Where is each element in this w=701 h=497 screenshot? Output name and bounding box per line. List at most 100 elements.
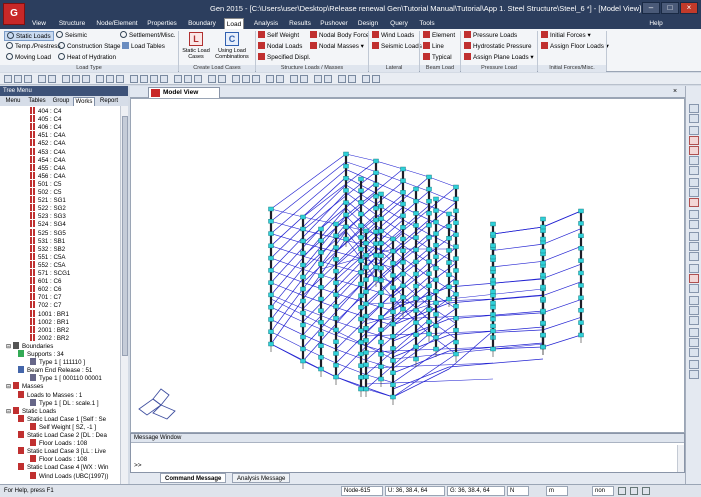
assign-plane-loads-button[interactable]: Assign Plane Loads ▾ — [464, 53, 534, 63]
activate-all-icon[interactable] — [252, 75, 260, 83]
shade-icon[interactable] — [689, 284, 699, 293]
side-view-icon[interactable] — [160, 75, 168, 83]
tree-item[interactable]: Wind Loads (UBC(1997)) — [30, 471, 108, 481]
tab-boundary[interactable]: Boundary — [185, 18, 219, 29]
tree-scroll-thumb[interactable] — [122, 116, 128, 356]
collapse-icon[interactable]: ⊟ — [6, 409, 11, 415]
open-icon[interactable] — [14, 75, 22, 83]
temp-prestress-button[interactable]: Temp./Prestress — [6, 42, 61, 52]
grid-icon[interactable] — [266, 75, 274, 83]
snap-icon[interactable] — [689, 348, 699, 357]
static-loads-button[interactable]: Static Loads — [4, 31, 54, 41]
measure-icon[interactable] — [314, 75, 322, 83]
select-icon[interactable] — [689, 178, 699, 187]
table-icon[interactable] — [362, 75, 370, 83]
tab-structure[interactable]: Structure — [56, 18, 88, 29]
chart-icon[interactable] — [372, 75, 380, 83]
print-icon[interactable] — [689, 338, 699, 347]
pan-icon[interactable] — [116, 75, 124, 83]
front-icon[interactable] — [689, 210, 699, 219]
zoom-out-icon[interactable] — [689, 146, 699, 155]
view-mode-select[interactable]: non — [592, 486, 614, 496]
zoom-window-icon[interactable] — [106, 75, 114, 83]
typical-beam-load-button[interactable]: Typical — [423, 53, 452, 63]
status-option-icon[interactable] — [642, 487, 650, 495]
nodal-masses-button[interactable]: Nodal Masses ▾ — [310, 42, 364, 52]
tree-tab-group[interactable]: Group — [50, 97, 72, 106]
status-option-icon[interactable] — [618, 487, 626, 495]
hydrostatic-pressure-button[interactable]: Hydrostatic Pressure — [464, 42, 531, 52]
close-view-icon[interactable]: × — [670, 88, 680, 96]
measure-icon[interactable] — [689, 360, 699, 369]
zoom-fit-icon[interactable] — [689, 156, 699, 165]
tab-query[interactable]: Query — [387, 18, 411, 29]
query-icon[interactable] — [324, 75, 332, 83]
model-view-canvas[interactable] — [130, 98, 685, 433]
node-number-icon[interactable] — [208, 75, 216, 83]
initial-forces-button[interactable]: Initial Forces ▾ — [541, 31, 591, 41]
zoom-in-icon[interactable] — [689, 136, 699, 145]
moving-load-button[interactable]: Moving Load — [6, 53, 51, 63]
undo-icon[interactable] — [38, 75, 46, 83]
color-icon[interactable] — [689, 296, 699, 305]
bottom-icon[interactable] — [689, 252, 699, 261]
hidden-icon[interactable] — [174, 75, 182, 83]
maximize-icon[interactable]: □ — [661, 2, 679, 14]
save-icon[interactable] — [24, 75, 32, 83]
pressure-loads-button[interactable]: Pressure Loads — [464, 31, 517, 41]
light-icon[interactable] — [300, 75, 308, 83]
left-icon[interactable] — [689, 232, 699, 241]
right-icon[interactable] — [689, 242, 699, 251]
help-menu[interactable]: Help — [645, 18, 667, 29]
unselect-icon[interactable] — [689, 188, 699, 197]
line-beam-load-button[interactable]: Line — [423, 42, 444, 52]
minimize-icon[interactable]: – — [642, 2, 660, 14]
tab-view[interactable]: View — [28, 18, 50, 29]
command-prompt[interactable]: >> — [134, 462, 142, 469]
tree-tab-report[interactable]: Report — [96, 97, 122, 106]
wind-loads-button[interactable]: Wind Loads — [372, 31, 414, 41]
load-tables-button[interactable]: Load Tables — [122, 42, 165, 52]
view-iso-icon[interactable] — [689, 114, 699, 123]
heat-of-hydration-button[interactable]: Heat of Hydration — [58, 53, 116, 63]
window-select-icon[interactable] — [72, 75, 80, 83]
tab-analysis[interactable]: Analysis — [250, 18, 282, 29]
close-icon[interactable]: × — [680, 2, 698, 14]
construction-stage-button[interactable]: Construction Stage — [58, 42, 121, 52]
unit-force-select[interactable]: N — [507, 486, 529, 496]
self-weight-button[interactable]: Self Weight — [258, 31, 299, 41]
tree-tab-menu[interactable]: Menu — [2, 97, 24, 106]
load-combinations-button[interactable]: C Using Load Combinations — [212, 31, 252, 64]
tab-results[interactable]: Results — [286, 18, 314, 29]
nodal-loads-button[interactable]: Nodal Loads — [258, 42, 302, 52]
tab-node-element[interactable]: Node/Element — [95, 18, 139, 29]
inactivate-icon[interactable] — [242, 75, 250, 83]
wireframe-icon[interactable] — [689, 264, 699, 273]
settlement-button[interactable]: Settlement/Misc. — [120, 31, 176, 41]
tab-properties[interactable]: Properties — [145, 18, 179, 29]
collapse-icon[interactable]: ⊟ — [6, 344, 11, 350]
tree-tab-works[interactable]: Works — [73, 97, 95, 106]
app-logo[interactable]: G — [3, 3, 25, 25]
render-icon[interactable] — [290, 75, 298, 83]
print-icon[interactable] — [338, 75, 346, 83]
message-scrollbar[interactable] — [677, 445, 684, 472]
tab-pushover[interactable]: Pushover — [318, 18, 350, 29]
pan-icon[interactable] — [689, 166, 699, 175]
unit-length-select[interactable]: m — [546, 486, 568, 496]
grid-icon[interactable] — [689, 316, 699, 325]
iso-view-icon[interactable] — [130, 75, 138, 83]
back-icon[interactable] — [689, 220, 699, 229]
status-option-icon[interactable] — [630, 487, 638, 495]
axis-icon[interactable] — [689, 328, 699, 337]
static-load-cases-button[interactable]: L Static Load Cases — [182, 31, 210, 64]
top-view-icon[interactable] — [140, 75, 148, 83]
nodal-body-force-button[interactable]: Nodal Body Force — [310, 31, 369, 41]
element-beam-load-button[interactable]: Element — [423, 31, 455, 41]
collapse-icon[interactable]: ⊟ — [6, 384, 11, 390]
seismic-button[interactable]: Seismic — [56, 31, 87, 41]
assign-floor-loads-button[interactable]: Assign Floor Loads ▾ — [541, 42, 609, 52]
activate-icon[interactable] — [232, 75, 240, 83]
view-top-icon[interactable] — [689, 104, 699, 113]
redraw-icon[interactable] — [689, 370, 699, 379]
